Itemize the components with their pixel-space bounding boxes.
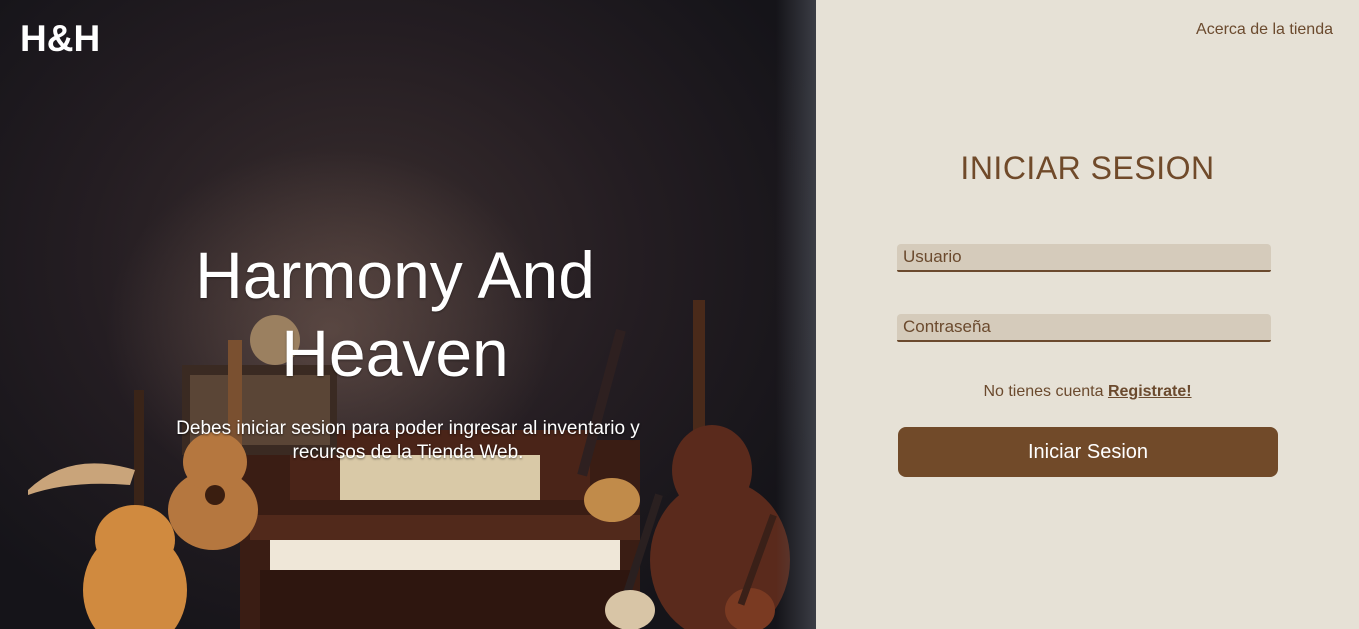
hero-panel: H&H Harmony And Heaven Debes iniciar ses… xyxy=(0,0,816,629)
login-panel: Acerca de la tienda INICIAR SESION No ti… xyxy=(816,0,1359,629)
password-input[interactable] xyxy=(897,314,1271,342)
brand-logo[interactable]: H&H xyxy=(20,18,100,60)
about-store-link[interactable]: Acerca de la tienda xyxy=(1196,21,1333,39)
username-input[interactable] xyxy=(897,244,1271,272)
login-button[interactable]: Iniciar Sesion xyxy=(898,427,1278,477)
register-prompt: No tienes cuenta Registrate! xyxy=(816,383,1359,401)
login-title: INICIAR SESION xyxy=(960,150,1215,186)
hero-subtitle: Debes iniciar sesion para poder ingresar… xyxy=(176,418,640,463)
register-link[interactable]: Registrate! xyxy=(1108,383,1192,400)
hero-title: Harmony And Heaven xyxy=(195,238,595,390)
no-account-text: No tienes cuenta xyxy=(983,383,1104,400)
